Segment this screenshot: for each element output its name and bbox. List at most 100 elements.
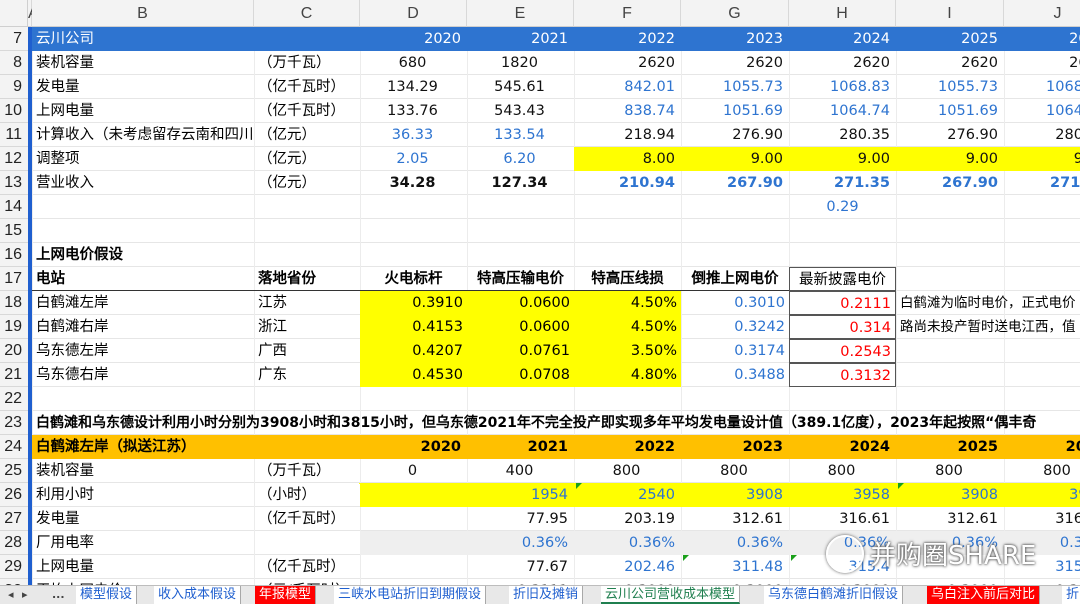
year-header-cell[interactable]: 2024 [789,435,896,459]
unit-label[interactable]: （万千瓦） [254,459,360,483]
tab-more-icon[interactable]: ... [52,586,65,604]
price-table-header[interactable]: 特高压线损 [574,267,681,291]
value-cell[interactable]: 3958 [1004,483,1080,507]
tab-more[interactable]: 折 [1062,586,1080,604]
unit-label[interactable]: （亿千瓦时） [254,507,360,531]
row-header[interactable]: 8 [0,51,28,75]
row-label[interactable]: 利用小时 [32,483,254,507]
value-cell[interactable]: 202.46 [574,555,681,579]
value-cell[interactable]: 311.48 [681,555,789,579]
row-label[interactable]: 厂用电率 [32,531,254,555]
value-cell[interactable]: 1068.83 [1004,75,1080,99]
row-header[interactable]: 12 [0,147,28,171]
coal-benchmark-price[interactable]: 0.3910 [360,291,467,315]
design-hours-note[interactable]: 白鹤滩和乌东德设计利用小时分别为3908小时和3815小时，但乌东德2021年不… [32,411,1080,435]
row-header[interactable]: 10 [0,99,28,123]
tab-prev-icon[interactable]: ◂ [8,586,14,604]
value-cell[interactable]: 0 [360,459,467,483]
row-label[interactable]: 调整项 [32,147,254,171]
unit-label[interactable]: （亿元） [254,123,360,147]
year-header-cell[interactable]: 2022 [574,27,681,51]
row-header[interactable]: 18 [0,291,28,315]
value-cell[interactable]: 1064.74 [789,99,896,123]
spreadsheet[interactable]: ABCDEFGHIJ789101112131415161718192021222… [0,0,1080,603]
value-cell[interactable]: 2540 [574,483,681,507]
year-header-cell[interactable]: 2026 [1004,27,1080,51]
uhv-transmission-price[interactable]: 0.0600 [467,315,574,339]
province-name[interactable]: 广西 [254,339,360,363]
value-cell[interactable]: 0.36% [467,531,574,555]
column-header[interactable]: G [681,0,789,27]
value-cell[interactable]: 1068.83 [789,75,896,99]
column-header[interactable]: D [360,0,467,27]
value-cell[interactable]: 2620 [789,51,896,75]
year-header-cell[interactable]: 2021 [467,27,574,51]
value-cell[interactable]: 8.00 [574,147,681,171]
tab-wudongde-baihetan-depreciation[interactable]: 乌东德白鹤滩折旧假设 [764,586,904,604]
tab-depreciation-amortization[interactable]: 折旧及摊销 [509,586,584,604]
tab-next-icon[interactable]: ▸ [22,586,28,604]
value-cell[interactable]: 800 [574,459,681,483]
value-cell[interactable]: 134.29 [360,75,467,99]
value-cell[interactable]: 312.61 [681,507,789,531]
column-header[interactable]: H [789,0,896,27]
station-name[interactable]: 白鹤滩右岸 [32,315,254,339]
uhv-transmission-price[interactable]: 0.0708 [467,363,574,387]
value-cell[interactable]: 9.00 [681,147,789,171]
value-cell[interactable]: 1820 [467,51,574,75]
derived-grid-price[interactable]: 0.3488 [681,363,789,387]
value-cell[interactable]: 36.33 [360,123,467,147]
row-header[interactable]: 16 [0,243,28,267]
row-header[interactable]: 17 [0,267,28,291]
select-all-corner[interactable] [0,0,28,27]
row-header[interactable]: 22 [0,387,28,411]
price-table-header[interactable]: 电站 [32,267,254,291]
tab-three-gorges-depreciation[interactable]: 三峡水电站折旧到期假设 [334,586,487,604]
uhv-line-loss[interactable]: 4.80% [574,363,681,387]
unit-label[interactable]: （小时） [254,483,360,507]
value-cell[interactable]: 543.43 [467,99,574,123]
row-label[interactable]: 营业收入 [32,171,254,195]
value-cell[interactable]: 3958 [789,483,896,507]
unit-label[interactable]: （亿千瓦时） [254,99,360,123]
year-header-cell[interactable]: 2023 [681,27,789,51]
row-header[interactable]: 23 [0,411,28,435]
value-cell[interactable]: 2620 [896,51,1004,75]
baihetan-left-title[interactable]: 白鹤滩左岸（拟送江苏） [32,435,360,459]
value-cell[interactable]: 2620 [681,51,789,75]
value-cell[interactable] [360,507,467,531]
row-header[interactable]: 13 [0,171,28,195]
value-cell[interactable]: 267.90 [681,171,789,195]
value-cell[interactable]: 276.90 [681,123,789,147]
derived-grid-price[interactable]: 0.3242 [681,315,789,339]
value-cell[interactable]: 267.90 [896,171,1004,195]
value-cell[interactable]: 218.94 [574,123,681,147]
column-header[interactable]: B [32,0,254,27]
column-header[interactable]: J [1004,0,1080,27]
value-cell[interactable]: 800 [1004,459,1080,483]
value-cell[interactable]: 2.05 [360,147,467,171]
value-cell[interactable]: 276.90 [896,123,1004,147]
value-cell[interactable]: 133.54 [467,123,574,147]
row-header[interactable]: 25 [0,459,28,483]
tab-annual-report-model[interactable]: 年报模型 [255,586,317,604]
unit-label[interactable]: （亿元） [254,171,360,195]
row-header[interactable]: 14 [0,195,28,219]
value-cell[interactable]: 1055.73 [896,75,1004,99]
value-cell[interactable]: 9.00 [789,147,896,171]
station-name[interactable]: 乌东德右岸 [32,363,254,387]
price-table-header[interactable]: 最新披露电价 [789,267,896,291]
value-cell[interactable]: 3908 [681,483,789,507]
row-label[interactable]: 发电量 [32,507,254,531]
coal-benchmark-price[interactable]: 0.4530 [360,363,467,387]
province-name[interactable]: 广东 [254,363,360,387]
value-cell[interactable]: 400 [467,459,574,483]
value-cell[interactable]: 1051.69 [681,99,789,123]
value-cell[interactable]: 1064.74 [1004,99,1080,123]
calc-note-cell[interactable]: 0.29 [789,195,896,219]
year-header-cell[interactable]: 2026 [1004,435,1080,459]
year-header-cell[interactable]: 2025 [896,435,1004,459]
price-note-line2[interactable]: 路尚未投产暂时送电江西，值 [896,315,1080,339]
value-cell[interactable] [360,483,467,507]
price-table-header[interactable]: 落地省份 [254,267,360,291]
